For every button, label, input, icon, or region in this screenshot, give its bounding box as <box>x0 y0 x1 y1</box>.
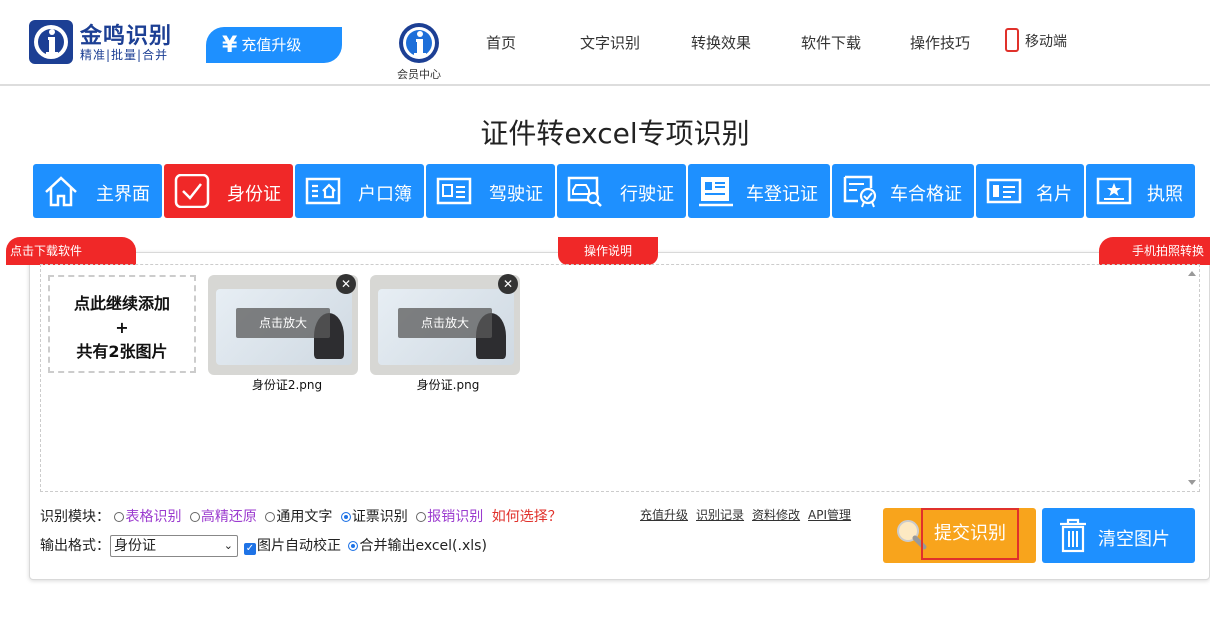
link-recharge[interactable]: 充值升级 <box>640 508 688 522</box>
tab-business-card[interactable]: 名片 <box>976 164 1084 218</box>
nav-tips[interactable]: 操作技巧 <box>910 32 970 53</box>
checkbox-icon <box>174 174 210 208</box>
file-name: 身份证2.png <box>251 378 323 392</box>
mobile-label: 移动端 <box>1025 34 1067 50</box>
tab-label: 车登记证 <box>746 184 818 205</box>
clear-label: 清空图片 <box>1098 529 1170 550</box>
tab-label: 驾驶证 <box>489 184 543 205</box>
option-label: 高精还原 <box>200 509 257 525</box>
recharge-label: 充值升级 <box>241 36 302 54</box>
page-title: 证件转excel专项识别 <box>480 117 750 150</box>
tab-vehicle-certificate[interactable]: 车合格证 <box>832 164 974 218</box>
tab-home[interactable]: 主界面 <box>33 164 162 218</box>
registration-certificate-icon <box>699 177 733 207</box>
radio-selected-icon <box>340 512 351 522</box>
dropzone-scrollbar[interactable] <box>1185 266 1199 490</box>
tab-vehicle-license[interactable]: 行驶证 <box>557 164 686 218</box>
tab-id-card[interactable]: 身份证 <box>164 164 293 218</box>
license-star-icon <box>1096 177 1132 205</box>
link-history[interactable]: 识别记录 <box>696 508 744 522</box>
account-links: 充值升级 识别记录 资料修改 API管理 <box>640 506 859 523</box>
nav-home[interactable]: 首页 <box>486 32 516 53</box>
tab-label: 身份证 <box>227 184 281 205</box>
tab-household-register[interactable]: 户口簿 <box>295 164 424 218</box>
add-more-label: 点此继续添加 <box>73 294 170 313</box>
member-center-link[interactable]: 会员中心 <box>392 22 446 82</box>
instructions-tag[interactable]: 操作说明 <box>558 237 658 265</box>
tab-driver-license[interactable]: 驾驶证 <box>426 164 555 218</box>
tab-label: 户口簿 <box>358 184 412 205</box>
option-label: 通用文字 <box>276 509 333 525</box>
member-center-icon <box>399 23 439 63</box>
option-label: 表格识别 <box>125 509 182 525</box>
license-card-icon <box>436 177 472 205</box>
recharge-button[interactable]: ¥ 充值升级 <box>206 27 342 63</box>
module-label: 识别模块： <box>40 509 110 525</box>
tab-label: 行驶证 <box>620 184 674 205</box>
file-name: 身份证.png <box>416 378 480 392</box>
format-value: 身份证 <box>114 538 156 554</box>
radio-icon <box>265 512 276 522</box>
home-icon <box>45 176 77 207</box>
trash-icon <box>1060 518 1086 553</box>
clear-images-button[interactable]: 清空图片 <box>1042 508 1195 563</box>
zoom-button[interactable]: 点击放大 <box>398 308 492 338</box>
module-option-general-text[interactable]: 通用文字 <box>265 509 332 525</box>
chevron-down-icon: ⌄ <box>223 539 233 552</box>
household-book-icon <box>305 177 341 205</box>
merge-output-label: 合并输出excel(.xls) <box>359 538 487 554</box>
tab-label: 主界面 <box>96 184 150 205</box>
phone-icon <box>1005 28 1019 52</box>
radio-icon <box>416 512 427 522</box>
tab-label: 车合格证 <box>890 184 962 205</box>
vehicle-search-icon <box>567 176 602 207</box>
remove-image-icon[interactable]: ✕ <box>336 274 356 294</box>
tab-label: 名片 <box>1036 184 1072 205</box>
image-thumbnail[interactable]: 点击放大 <box>208 275 358 375</box>
site-logo[interactable]: 金鸣识别 精准|批量|合并 <box>28 17 188 67</box>
radio-icon <box>189 512 200 522</box>
module-option-high-precision[interactable]: 高精还原 <box>189 509 257 525</box>
option-label: 报销识别 <box>427 509 484 525</box>
certificate-badge-icon <box>843 175 877 208</box>
option-label: 证票识别 <box>351 509 408 525</box>
download-software-tag[interactable]: 点击下载软件 <box>6 237 136 265</box>
format-label: 输出格式： <box>40 538 110 554</box>
business-card-icon <box>986 178 1022 204</box>
remove-image-icon[interactable]: ✕ <box>498 274 518 294</box>
module-option-reimbursement[interactable]: 报销识别 <box>416 509 483 525</box>
auto-correct-checkbox[interactable]: ✓ <box>244 543 256 555</box>
add-plus: + <box>115 318 129 337</box>
module-option-table[interactable]: 表格识别 <box>114 509 181 525</box>
module-option-certificate[interactable]: 证票识别 <box>340 509 408 525</box>
how-to-choose-link[interactable]: 如何选择？ <box>492 509 562 525</box>
mobile-photo-tag[interactable]: 手机拍照转换 <box>1099 237 1210 265</box>
image-thumbnail[interactable]: 点击放大 <box>370 275 520 375</box>
image-count-label: 共有2张图片 <box>76 342 168 361</box>
output-format-row: 输出格式： 身份证 ⌄ ✓ 图片自动校正 合并输出excel(.xls) <box>40 535 487 557</box>
recognition-module-row: 识别模块： 表格识别 高精还原 通用文字 证票识别 报销识别 如何选择？ <box>40 506 562 526</box>
add-images-box[interactable]: 点此继续添加 + 共有2张图片 <box>48 275 196 373</box>
format-select[interactable]: 身份证 ⌄ <box>110 535 238 557</box>
auto-correct-label: 图片自动校正 <box>257 538 341 554</box>
nav-software-download[interactable]: 软件下载 <box>801 32 861 53</box>
submit-recognition-button[interactable]: 提交识别 <box>883 508 1036 563</box>
tab-vehicle-registration[interactable]: 车登记证 <box>688 164 830 218</box>
nav-conversion-results[interactable]: 转换效果 <box>691 32 751 53</box>
merge-output-radio[interactable] <box>348 541 359 551</box>
tab-business-license[interactable]: 执照 <box>1086 164 1195 218</box>
member-center-label: 会员中心 <box>397 68 441 81</box>
logo-mark-icon <box>29 20 73 64</box>
zoom-button[interactable]: 点击放大 <box>236 308 330 338</box>
tab-label: 执照 <box>1147 184 1183 205</box>
nav-text-ocr[interactable]: 文字识别 <box>580 32 640 53</box>
link-api[interactable]: API管理 <box>808 508 851 522</box>
radio-icon <box>114 512 125 522</box>
site-header: 金鸣识别 精准|批量|合并 ¥ 充值升级 会员中心 首页 文字识别 转换效果 软件… <box>0 0 1210 86</box>
logo-slogan: 精准|批量|合并 <box>80 48 169 62</box>
yen-icon: ¥ <box>222 33 238 58</box>
nav-mobile[interactable]: 移动端 <box>1005 28 1067 52</box>
link-profile[interactable]: 资料修改 <box>752 508 800 522</box>
submit-label: 提交识别 <box>921 508 1019 560</box>
